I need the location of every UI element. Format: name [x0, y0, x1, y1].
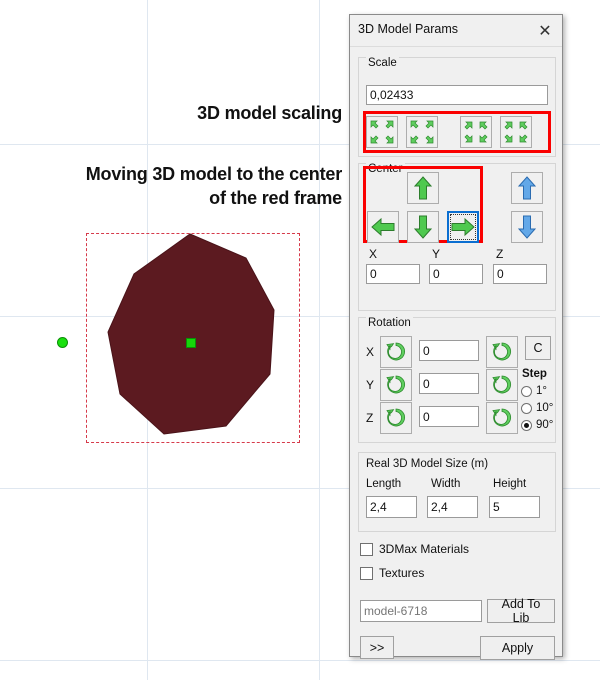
height-label: Height: [493, 478, 527, 490]
rotate-x-cw-button[interactable]: [486, 336, 518, 368]
annotation-centering-line2: of the red frame: [209, 188, 342, 209]
model-object[interactable]: [78, 228, 310, 452]
move-left-button[interactable]: [367, 211, 399, 243]
rotate-y-ccw-button[interactable]: [380, 369, 412, 401]
step-option-1[interactable]: 1°: [521, 385, 547, 397]
center-y-label: Y: [432, 247, 441, 261]
radio-icon: [521, 419, 532, 431]
rotation-reset-button[interactable]: C: [525, 336, 551, 360]
move-down-button[interactable]: [407, 211, 439, 243]
rotate-ccw-icon: [386, 342, 406, 361]
rotation-x-input[interactable]: [419, 340, 479, 361]
annotation-scaling: 3D model scaling: [197, 103, 342, 123]
close-icon[interactable]: ✕: [530, 17, 560, 44]
width-input[interactable]: [427, 496, 478, 518]
origin-anchor-point[interactable]: [57, 337, 68, 348]
step-option-90[interactable]: 90°: [521, 419, 553, 431]
arrows-outward-icon: [504, 121, 528, 143]
move-up-button[interactable]: [407, 172, 439, 204]
model-params-dialog: 3D Model Params ✕ Scale 0,02433 Center X…: [349, 14, 563, 660]
checkbox-icon: [360, 566, 373, 580]
rotate-cw-icon: [492, 375, 512, 394]
rotate-y-cw-button[interactable]: [486, 369, 518, 401]
arrows-inward-icon: [370, 120, 394, 144]
arrow-up-green-icon: [413, 176, 433, 200]
length-input[interactable]: [366, 496, 417, 518]
add-to-lib-button[interactable]: Add To Lib: [487, 597, 555, 625]
step-option-1-label: 1°: [536, 385, 547, 397]
annotation-centering-line1: Moving 3D model to the center: [85, 164, 342, 184]
step-label: Step: [522, 368, 547, 380]
arrow-right-green-icon: [451, 217, 475, 237]
rotation-z-label: Z: [366, 411, 374, 425]
center-x-label: X: [369, 247, 378, 261]
center-y-input[interactable]: [429, 264, 483, 284]
checkbox-3dmax-materials[interactable]: 3DMax Materials: [360, 542, 469, 556]
model-name-input[interactable]: [360, 600, 482, 622]
step-option-90-label: 90°: [536, 419, 554, 431]
scale-up-slow-button[interactable]: [460, 116, 492, 148]
center-z-input[interactable]: [493, 264, 547, 284]
scale-input[interactable]: [366, 85, 548, 105]
dialog-title: 3D Model Params: [358, 22, 459, 36]
scale-up-fast-button[interactable]: [500, 116, 532, 148]
dialog-titlebar[interactable]: 3D Model Params ✕: [350, 15, 562, 47]
center-x-input[interactable]: [366, 264, 420, 284]
radio-icon: [521, 402, 532, 414]
arrow-left-green-icon: [371, 217, 395, 237]
step-option-10-label: 10°: [536, 402, 554, 414]
checkbox-textures-label: Textures: [379, 566, 425, 580]
checkbox-3dmax-materials-label: 3DMax Materials: [379, 542, 470, 556]
checkbox-icon: [360, 542, 373, 556]
rotation-x-label: X: [366, 345, 375, 359]
rotation-group-label: Rotation: [366, 317, 413, 329]
center-group-label: Center: [366, 163, 405, 175]
arrow-down-green-icon: [413, 215, 433, 239]
gridline-vertical: [319, 0, 320, 680]
radio-icon: [521, 385, 532, 397]
rotation-z-input[interactable]: [419, 406, 479, 427]
scale-group-label: Scale: [366, 57, 399, 69]
scale-down-fast-button[interactable]: [366, 116, 398, 148]
rotate-z-ccw-button[interactable]: [380, 402, 412, 434]
gridline-horizontal: [0, 660, 600, 661]
rotate-ccw-icon: [386, 408, 406, 427]
arrows-outward-icon: [464, 121, 488, 143]
rotate-x-ccw-button[interactable]: [380, 336, 412, 368]
length-label: Length: [366, 478, 402, 490]
rotate-cw-icon: [492, 342, 512, 361]
annotation-centering: Moving 3D model to the center of the red…: [20, 162, 342, 211]
move-z-down-button[interactable]: [511, 211, 543, 243]
apply-button[interactable]: Apply: [480, 636, 555, 660]
rotation-y-label: Y: [366, 378, 375, 392]
height-input[interactable]: [489, 496, 540, 518]
rotate-ccw-icon: [386, 375, 406, 394]
move-z-up-button[interactable]: [511, 172, 543, 204]
rotate-cw-icon: [492, 408, 512, 427]
step-option-10[interactable]: 10°: [521, 402, 553, 414]
arrow-down-blue-icon: [517, 215, 537, 239]
rotation-y-input[interactable]: [419, 373, 479, 394]
model-center-marker[interactable]: [186, 338, 196, 348]
arrows-inward-icon: [410, 120, 434, 144]
checkbox-textures[interactable]: Textures: [360, 566, 424, 580]
size-group-label: Real 3D Model Size (m): [366, 458, 489, 470]
move-right-button[interactable]: [447, 211, 479, 243]
width-label: Width: [431, 478, 461, 490]
rotate-z-cw-button[interactable]: [486, 402, 518, 434]
expand-button[interactable]: >>: [360, 636, 394, 659]
scale-down-slow-button[interactable]: [406, 116, 438, 148]
arrow-up-blue-icon: [517, 176, 537, 200]
app-root: 3D model scaling Moving 3D model to the …: [0, 0, 600, 680]
center-z-label: Z: [496, 247, 504, 261]
